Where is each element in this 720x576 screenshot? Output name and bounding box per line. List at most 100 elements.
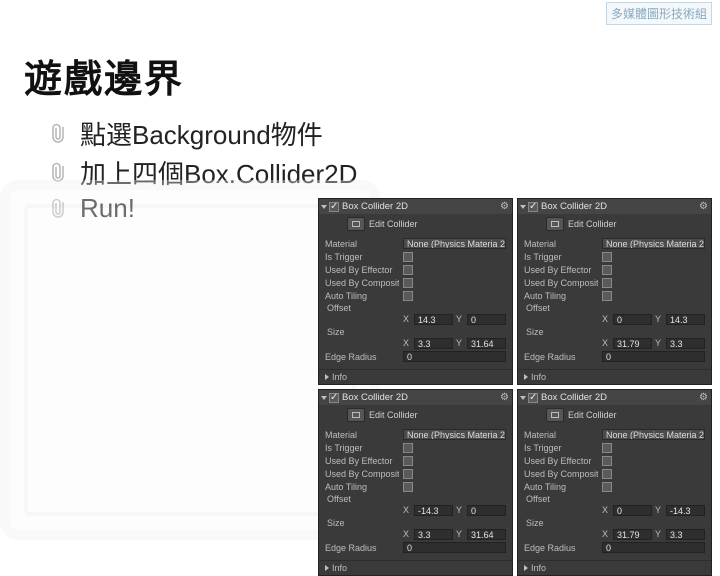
offset-label: Offset [325,494,506,504]
auto-tiling-checkbox[interactable] [403,291,413,301]
auto-tiling-checkbox[interactable] [403,482,413,492]
is-trigger-checkbox[interactable] [602,252,612,262]
x-label: X [602,505,610,516]
offset-x-field[interactable]: 14.3 [414,314,453,325]
is-trigger-checkbox[interactable] [403,252,413,262]
size-y-field[interactable]: 3.3 [666,529,705,540]
offset-x-field[interactable]: -14.3 [414,505,453,516]
auto-tiling-checkbox[interactable] [602,482,612,492]
auto-tiling-label: Auto Tiling [325,291,399,301]
offset-y-field[interactable]: 14.3 [666,314,705,325]
size-x-field[interactable]: 31.79 [613,529,652,540]
x-label: X [403,505,411,516]
used-by-composite-checkbox[interactable] [403,469,413,479]
y-label: Y [456,338,464,349]
offset-x-field[interactable]: 0 [613,314,652,325]
foldout-icon [524,374,528,380]
used-by-composite-checkbox[interactable] [602,469,612,479]
enable-checkbox[interactable] [528,393,538,403]
size-label: Size [524,518,705,528]
component-header[interactable]: Box Collider 2D ⚙ [518,390,711,405]
offset-y-field[interactable]: 0 [467,314,506,325]
y-label: Y [655,529,663,540]
offset-label: Offset [524,303,705,313]
foldout-icon[interactable] [520,205,526,209]
edit-collider-button[interactable] [546,217,564,231]
bullet-text: 點選Background物件 [80,115,323,152]
info-foldout[interactable]: Info [319,560,512,575]
component-header[interactable]: Box Collider 2D ⚙ [319,390,512,405]
size-label: Size [524,327,705,337]
used-by-effector-checkbox[interactable] [602,456,612,466]
edge-radius-field[interactable]: 0 [602,351,705,362]
component-title: Box Collider 2D [541,201,696,212]
info-label: Info [531,563,546,573]
used-by-effector-checkbox[interactable] [602,265,612,275]
info-foldout[interactable]: Info [319,369,512,384]
edge-radius-label: Edge Radius [524,352,598,362]
size-x-field[interactable]: 3.3 [414,338,453,349]
offset-label: Offset [325,303,506,313]
info-label: Info [531,372,546,382]
info-foldout[interactable]: Info [518,560,711,575]
edge-radius-field[interactable]: 0 [602,542,705,553]
used-by-effector-checkbox[interactable] [403,456,413,466]
gear-icon[interactable]: ⚙ [699,201,708,212]
used-by-composite-checkbox[interactable] [602,278,612,288]
material-field[interactable]: None (Physics Materia 2 [403,429,506,440]
edit-collider-label: Edit Collider [369,410,418,420]
foldout-icon[interactable] [520,396,526,400]
used-by-effector-checkbox[interactable] [403,265,413,275]
is-trigger-checkbox[interactable] [403,443,413,453]
auto-tiling-label: Auto Tiling [524,482,598,492]
x-label: X [403,338,411,349]
edit-collider-button[interactable] [347,217,365,231]
material-field[interactable]: None (Physics Materia 2 [602,429,705,440]
corner-badge: 多媒體圖形技術組 [606,2,712,25]
offset-y-field[interactable]: -14.3 [666,505,705,516]
gear-icon[interactable]: ⚙ [500,392,509,403]
used-by-composite-checkbox[interactable] [403,278,413,288]
box-collider-panel: Box Collider 2D ⚙ Edit Collider Material… [517,198,712,385]
size-x-field[interactable]: 31.79 [613,338,652,349]
is-trigger-label: Is Trigger [325,443,399,453]
edge-radius-field[interactable]: 0 [403,542,506,553]
foldout-icon[interactable] [321,205,327,209]
gear-icon[interactable]: ⚙ [699,392,708,403]
size-y-field[interactable]: 31.64 [467,338,506,349]
component-title: Box Collider 2D [342,201,497,212]
y-label: Y [655,314,663,325]
y-label: Y [456,529,464,540]
material-field[interactable]: None (Physics Materia 2 [403,238,506,249]
is-trigger-label: Is Trigger [524,252,598,262]
offset-y-field[interactable]: 0 [467,505,506,516]
page-title: 遊戲邊界 [24,48,184,103]
size-x-field[interactable]: 3.3 [414,529,453,540]
size-y-field[interactable]: 3.3 [666,338,705,349]
material-field[interactable]: None (Physics Materia 2 [602,238,705,249]
offset-x-field[interactable]: 0 [613,505,652,516]
foldout-icon[interactable] [321,396,327,400]
edit-collider-button[interactable] [546,408,564,422]
info-foldout[interactable]: Info [518,369,711,384]
foldout-icon [524,565,528,571]
is-trigger-label: Is Trigger [325,252,399,262]
enable-checkbox[interactable] [329,202,339,212]
size-y-field[interactable]: 31.64 [467,529,506,540]
material-label: Material [325,239,399,249]
edge-radius-field[interactable]: 0 [403,351,506,362]
auto-tiling-checkbox[interactable] [602,291,612,301]
x-label: X [403,314,411,325]
is-trigger-checkbox[interactable] [602,443,612,453]
edge-radius-label: Edge Radius [524,543,598,553]
used-by-effector-label: Used By Effector [325,265,399,275]
info-label: Info [332,563,347,573]
component-header[interactable]: Box Collider 2D ⚙ [319,199,512,214]
edit-collider-button[interactable] [347,408,365,422]
enable-checkbox[interactable] [528,202,538,212]
gear-icon[interactable]: ⚙ [500,201,509,212]
box-collider-panel: Box Collider 2D ⚙ Edit Collider Material… [318,389,513,576]
is-trigger-label: Is Trigger [524,443,598,453]
enable-checkbox[interactable] [329,393,339,403]
component-header[interactable]: Box Collider 2D ⚙ [518,199,711,214]
